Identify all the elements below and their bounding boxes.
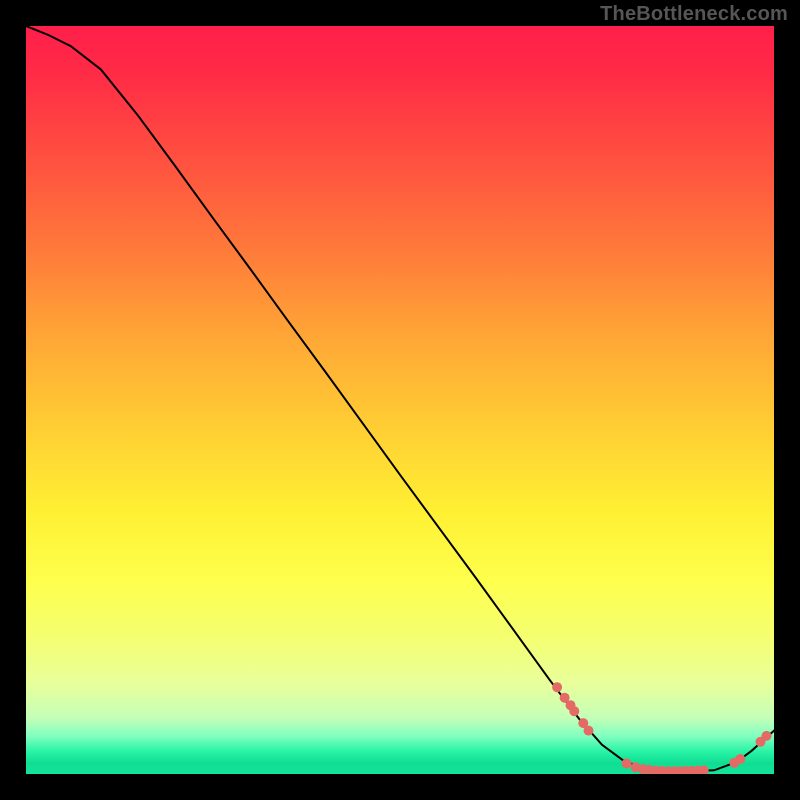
chart-frame: TheBottleneck.com [0, 0, 800, 800]
bottleneck-curve [26, 26, 774, 771]
data-markers [552, 682, 771, 774]
data-point [735, 754, 745, 764]
data-point [622, 759, 632, 769]
data-point [584, 726, 594, 736]
data-point [762, 731, 772, 741]
data-point [569, 706, 579, 716]
chart-svg [26, 26, 774, 774]
watermark-text: TheBottleneck.com [600, 3, 788, 26]
data-point [552, 682, 562, 692]
plot-area [26, 26, 774, 774]
